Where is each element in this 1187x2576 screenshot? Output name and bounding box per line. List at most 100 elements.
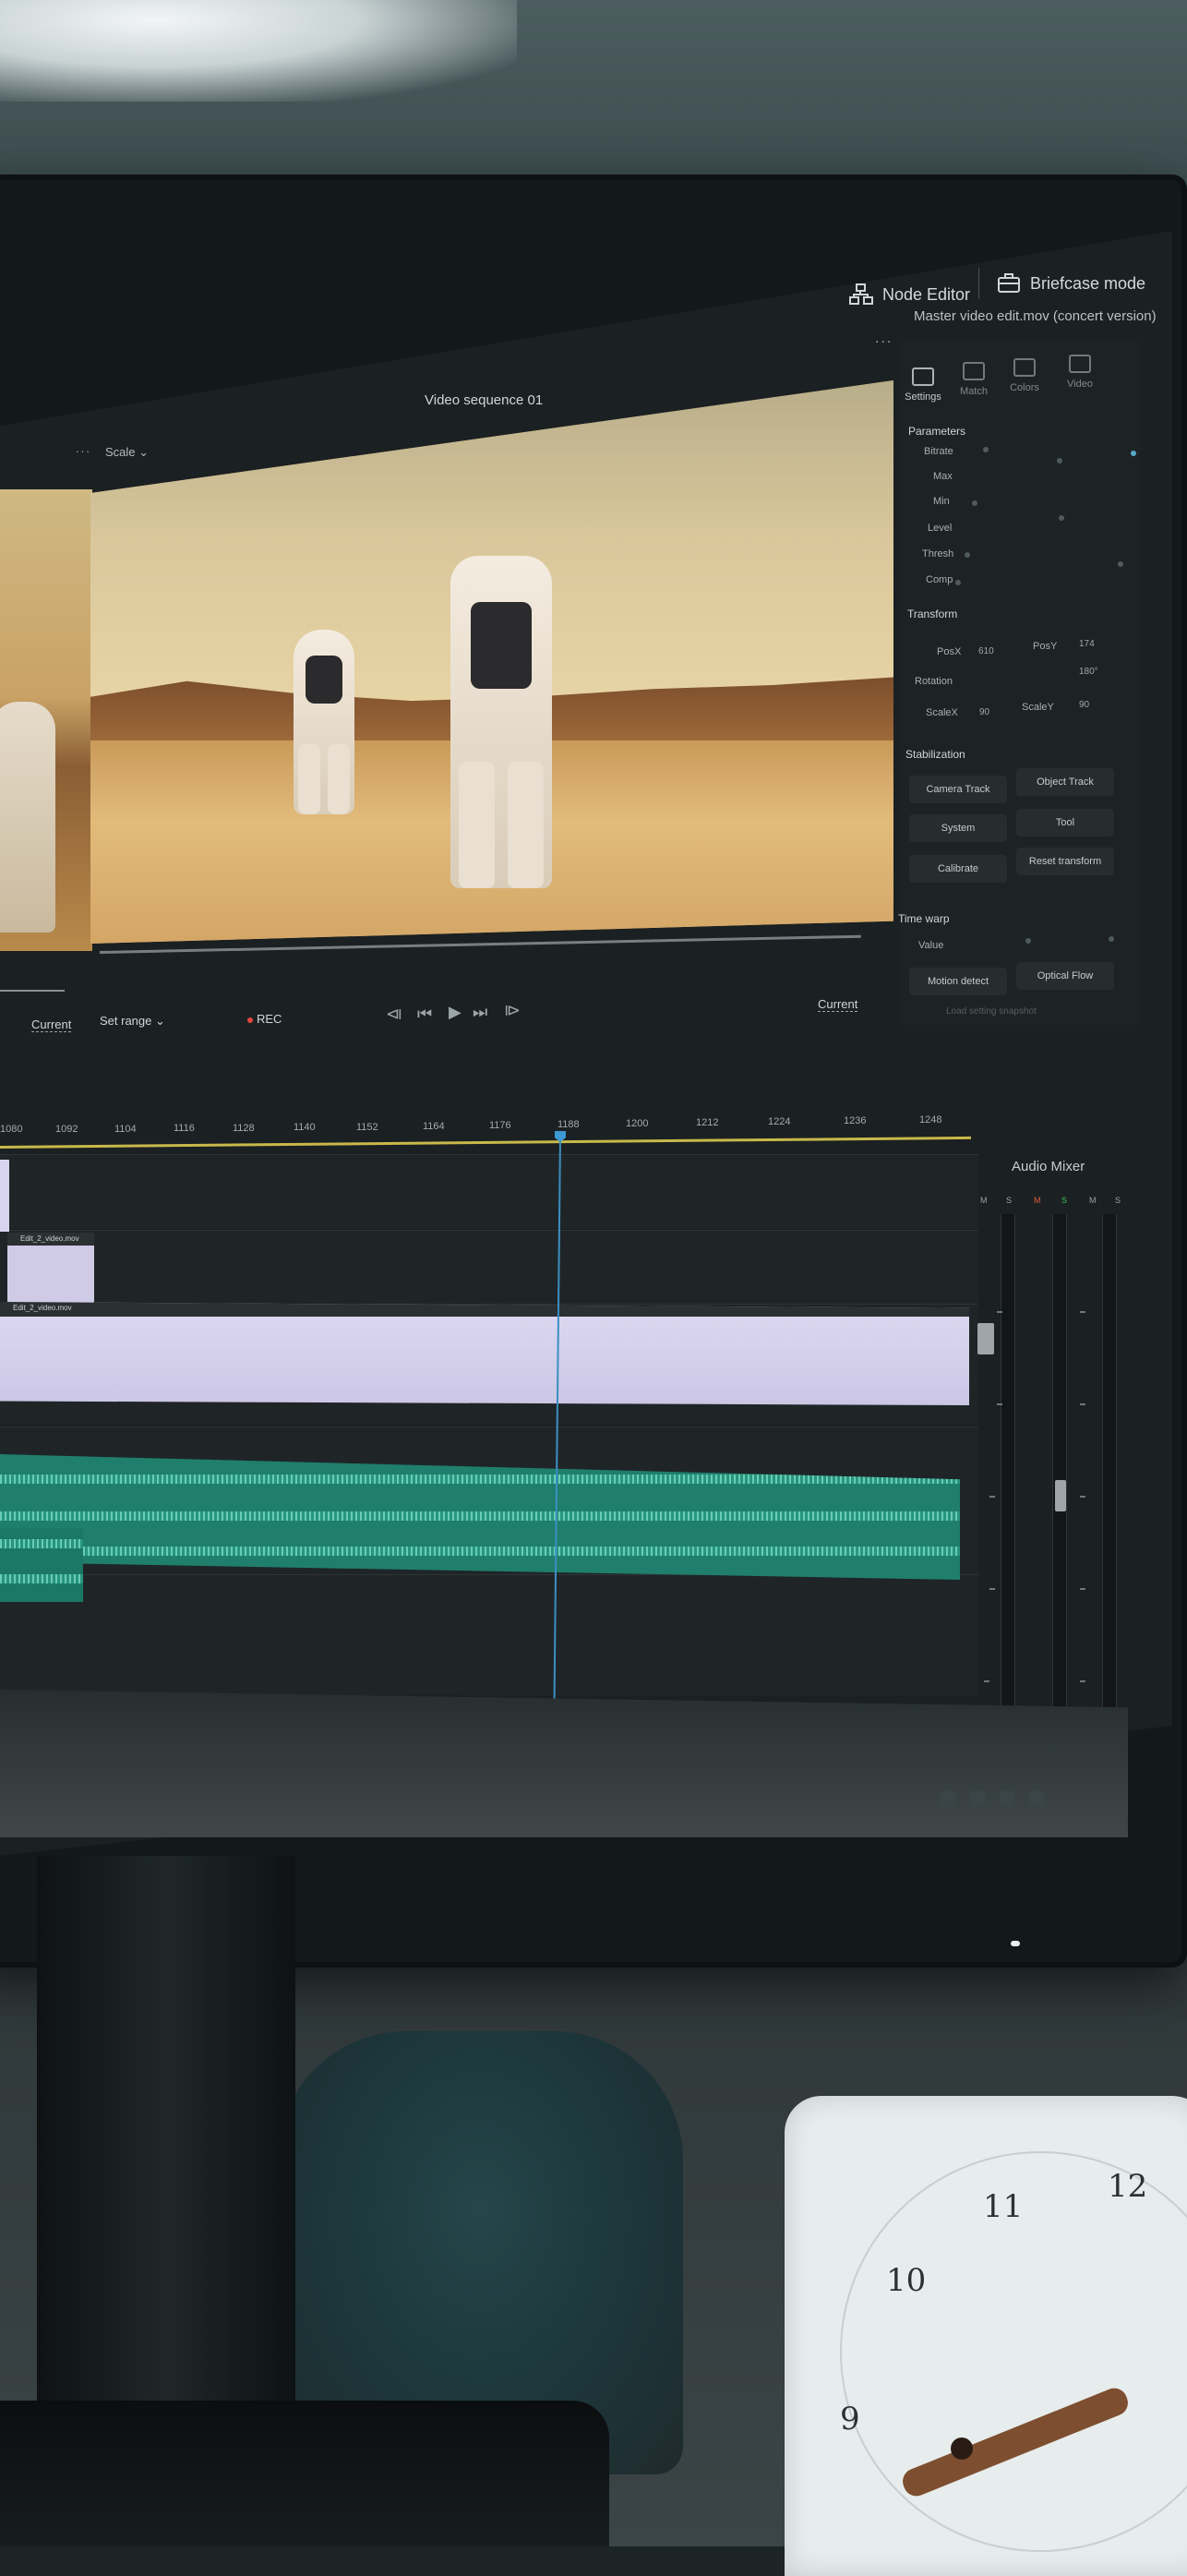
- calibrate-button[interactable]: Calibrate: [909, 855, 1007, 883]
- clock-pin: [951, 2438, 973, 2460]
- record-label: REC: [257, 1012, 282, 1026]
- system-button[interactable]: System: [909, 814, 1007, 842]
- mute-toggle[interactable]: M: [1089, 1196, 1097, 1205]
- source-current-button[interactable]: Current: [31, 1017, 72, 1032]
- object-track-button[interactable]: Object Track: [1016, 768, 1114, 796]
- ruler-tick: 1152: [356, 1122, 378, 1133]
- video-clip-small[interactable]: Edit_2_video.mov: [7, 1233, 94, 1303]
- video-track-1[interactable]: [0, 1154, 978, 1229]
- record-button[interactable]: REC: [247, 1012, 282, 1026]
- timeline-ruler[interactable]: 1080 1092 1104 1116 1128 1140 1152 1164 …: [0, 1113, 978, 1140]
- status-icon[interactable]: [940, 1790, 956, 1807]
- clip-header: Edit_2_video.mov: [7, 1233, 94, 1246]
- file-title: Master video edit.mov (concert version): [914, 308, 1157, 324]
- node-graph-icon: [849, 283, 873, 307]
- step-back-icon[interactable]: ⏮: [417, 1005, 432, 1024]
- pos-x-value[interactable]: 610: [978, 646, 994, 656]
- video-track-2[interactable]: [0, 1230, 978, 1305]
- audio-waveform: [0, 1511, 960, 1521]
- viewer-more-icon[interactable]: ...: [76, 441, 91, 455]
- ruler-tick: 1080: [0, 1124, 23, 1135]
- fader-knob[interactable]: [1055, 1480, 1066, 1511]
- ruler-tick: 1140: [294, 1122, 316, 1133]
- tab-video[interactable]: Video: [1052, 355, 1108, 390]
- meter-tick: [1080, 1680, 1085, 1682]
- node-editor-label: Node Editor: [882, 284, 971, 304]
- scale-x-value[interactable]: 90: [979, 707, 989, 717]
- solo-toggle[interactable]: S: [1061, 1196, 1067, 1205]
- transport-bar: Current Set range ⌄ REC ⧏ ⏮ ▶ ⏭ ⧐ Curren…: [0, 997, 905, 1053]
- time-warp-heading: Time warp: [898, 912, 950, 925]
- param-slider-knob[interactable]: [1059, 515, 1064, 521]
- solo-toggle[interactable]: S: [1115, 1196, 1121, 1205]
- footer-status-icons: [940, 1787, 1124, 1811]
- status-icon[interactable]: [969, 1790, 986, 1807]
- mute-toggle[interactable]: M: [1034, 1196, 1041, 1205]
- set-range-dropdown[interactable]: Set range ⌄: [100, 1014, 165, 1029]
- time-warp-slider-knob[interactable]: [1109, 936, 1114, 942]
- param-slider-knob[interactable]: [972, 500, 977, 506]
- header-divider: [978, 268, 979, 299]
- go-to-start-icon[interactable]: ⧏: [386, 1005, 402, 1024]
- param-slider-knob[interactable]: [1118, 561, 1123, 567]
- audio-waveform: [0, 1539, 83, 1548]
- window-light: [0, 0, 517, 102]
- solo-toggle[interactable]: S: [1006, 1196, 1012, 1205]
- tab-match[interactable]: Match: [946, 362, 1001, 397]
- video-clip-main[interactable]: Edit_2_video.mov: [0, 1302, 969, 1405]
- transform-heading: Transform: [907, 608, 958, 620]
- tool-button[interactable]: Tool: [1016, 809, 1114, 837]
- tab-colors[interactable]: Colors: [997, 358, 1052, 393]
- ruler-tick: 1164: [423, 1121, 445, 1132]
- scale-y-value[interactable]: 90: [1079, 700, 1089, 710]
- pos-y-value[interactable]: 174: [1079, 639, 1095, 649]
- audio-mixer-title: Audio Mixer: [1012, 1159, 1085, 1174]
- audio-mixer: Audio Mixer M S M S M S: [971, 1159, 1142, 1805]
- step-forward-icon[interactable]: ⏭: [473, 1003, 487, 1022]
- param-slider-knob[interactable]: [1131, 451, 1136, 456]
- param-slider-knob[interactable]: [955, 580, 961, 585]
- clip-name: Edit_2_video.mov: [20, 1234, 79, 1243]
- sequence-title: Video sequence 01: [425, 392, 544, 408]
- mute-toggle[interactable]: M: [980, 1196, 988, 1205]
- node-editor-button[interactable]: Node Editor: [849, 283, 970, 307]
- scale-y-label: ScaleY: [1022, 702, 1054, 713]
- clip-name: Edit_2_video.mov: [13, 1304, 72, 1312]
- time-warp-slider-knob[interactable]: [1025, 938, 1031, 944]
- ruler-tick: 1176: [489, 1120, 511, 1131]
- fader-knob[interactable]: [977, 1323, 994, 1354]
- param-max: Max: [933, 471, 953, 482]
- video-clip-edge[interactable]: [0, 1160, 9, 1232]
- header-more-icon[interactable]: ...: [875, 331, 893, 347]
- status-icon[interactable]: [999, 1790, 1015, 1807]
- scale-x-label: ScaleX: [926, 707, 958, 718]
- clock-numeral-11: 11: [983, 2188, 1024, 2225]
- param-slider-knob[interactable]: [1057, 458, 1062, 463]
- tab-settings[interactable]: Settings: [895, 367, 951, 403]
- optical-flow-button[interactable]: Optical Flow: [1016, 962, 1114, 990]
- param-slider-knob[interactable]: [983, 447, 989, 452]
- ruler-tick: 1092: [55, 1124, 78, 1135]
- rotation-value[interactable]: 180°: [1079, 667, 1098, 677]
- meter-tick: [1080, 1403, 1085, 1405]
- ruler-tick: 1224: [768, 1116, 791, 1127]
- ruler-tick: 1104: [114, 1124, 137, 1135]
- program-current-button[interactable]: Current: [818, 997, 858, 1012]
- play-icon[interactable]: ▶: [449, 1003, 462, 1022]
- ruler-tick: 1116: [174, 1123, 195, 1134]
- monitor-stand: [37, 1856, 295, 2447]
- source-scrubber[interactable]: [0, 990, 65, 992]
- scale-dropdown[interactable]: Scale ⌄: [105, 445, 149, 460]
- audio-track-2[interactable]: [0, 1574, 978, 1695]
- param-slider-knob[interactable]: [965, 552, 970, 558]
- camera-track-button[interactable]: Camera Track: [909, 776, 1007, 803]
- briefcase-mode-button[interactable]: Briefcase mode: [997, 271, 1145, 295]
- param-comp: Comp: [926, 574, 953, 585]
- status-icon[interactable]: [1028, 1790, 1045, 1807]
- audio-clip-small[interactable]: [0, 1528, 83, 1602]
- go-to-end-icon[interactable]: ⧐: [504, 1001, 521, 1020]
- clock-numeral-10: 10: [886, 2262, 927, 2299]
- motion-detect-button[interactable]: Motion detect: [909, 968, 1007, 995]
- param-thresh: Thresh: [922, 548, 954, 560]
- reset-transform-button[interactable]: Reset transform: [1016, 848, 1114, 875]
